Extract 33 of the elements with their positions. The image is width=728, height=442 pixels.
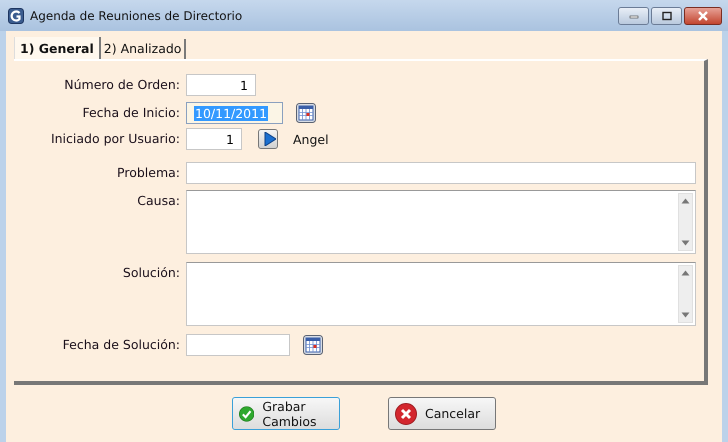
maximize-icon xyxy=(660,10,672,20)
lookup-button[interactable] xyxy=(258,129,278,149)
field-label: Iniciado por Usuario: xyxy=(50,130,180,146)
field-label: Fecha de Inicio: xyxy=(81,104,180,120)
calendar-icon[interactable] xyxy=(296,103,316,123)
field-label: Causa: xyxy=(136,192,180,208)
scroll-up-icon[interactable] xyxy=(681,198,690,204)
input-field[interactable] xyxy=(186,162,696,184)
field-label: Problema: xyxy=(116,164,180,180)
scroll-up-icon[interactable] xyxy=(681,270,690,276)
calendar-icon[interactable] xyxy=(303,335,323,355)
window-title: Agenda de Reuniones de Directorio xyxy=(30,8,244,22)
close-button[interactable] xyxy=(684,6,722,24)
app-icon xyxy=(8,8,24,24)
scrollbar[interactable] xyxy=(678,193,693,251)
field-label: Fecha de Solución: xyxy=(62,336,180,352)
minimize-button[interactable] xyxy=(618,6,649,24)
input-field[interactable]: 1 xyxy=(186,74,256,96)
cancel-icon xyxy=(395,402,417,424)
maximize-button[interactable] xyxy=(651,6,682,24)
tab[interactable]: 1) General xyxy=(14,37,101,59)
scroll-down-icon[interactable] xyxy=(681,312,690,318)
field-label: Número de Orden: xyxy=(63,76,180,92)
close-icon xyxy=(696,10,710,20)
date-field[interactable] xyxy=(186,334,290,356)
play-icon xyxy=(264,132,276,146)
user-name: Angel xyxy=(293,132,329,146)
scroll-down-icon[interactable] xyxy=(681,240,690,246)
scrollbar[interactable] xyxy=(678,265,693,323)
cancel-button[interactable]: Cancelar xyxy=(388,397,496,430)
input-field[interactable]: 1 xyxy=(186,128,242,150)
field-label: Solución: xyxy=(122,264,180,280)
save-button[interactable]: Grabar Cambios xyxy=(232,397,340,430)
